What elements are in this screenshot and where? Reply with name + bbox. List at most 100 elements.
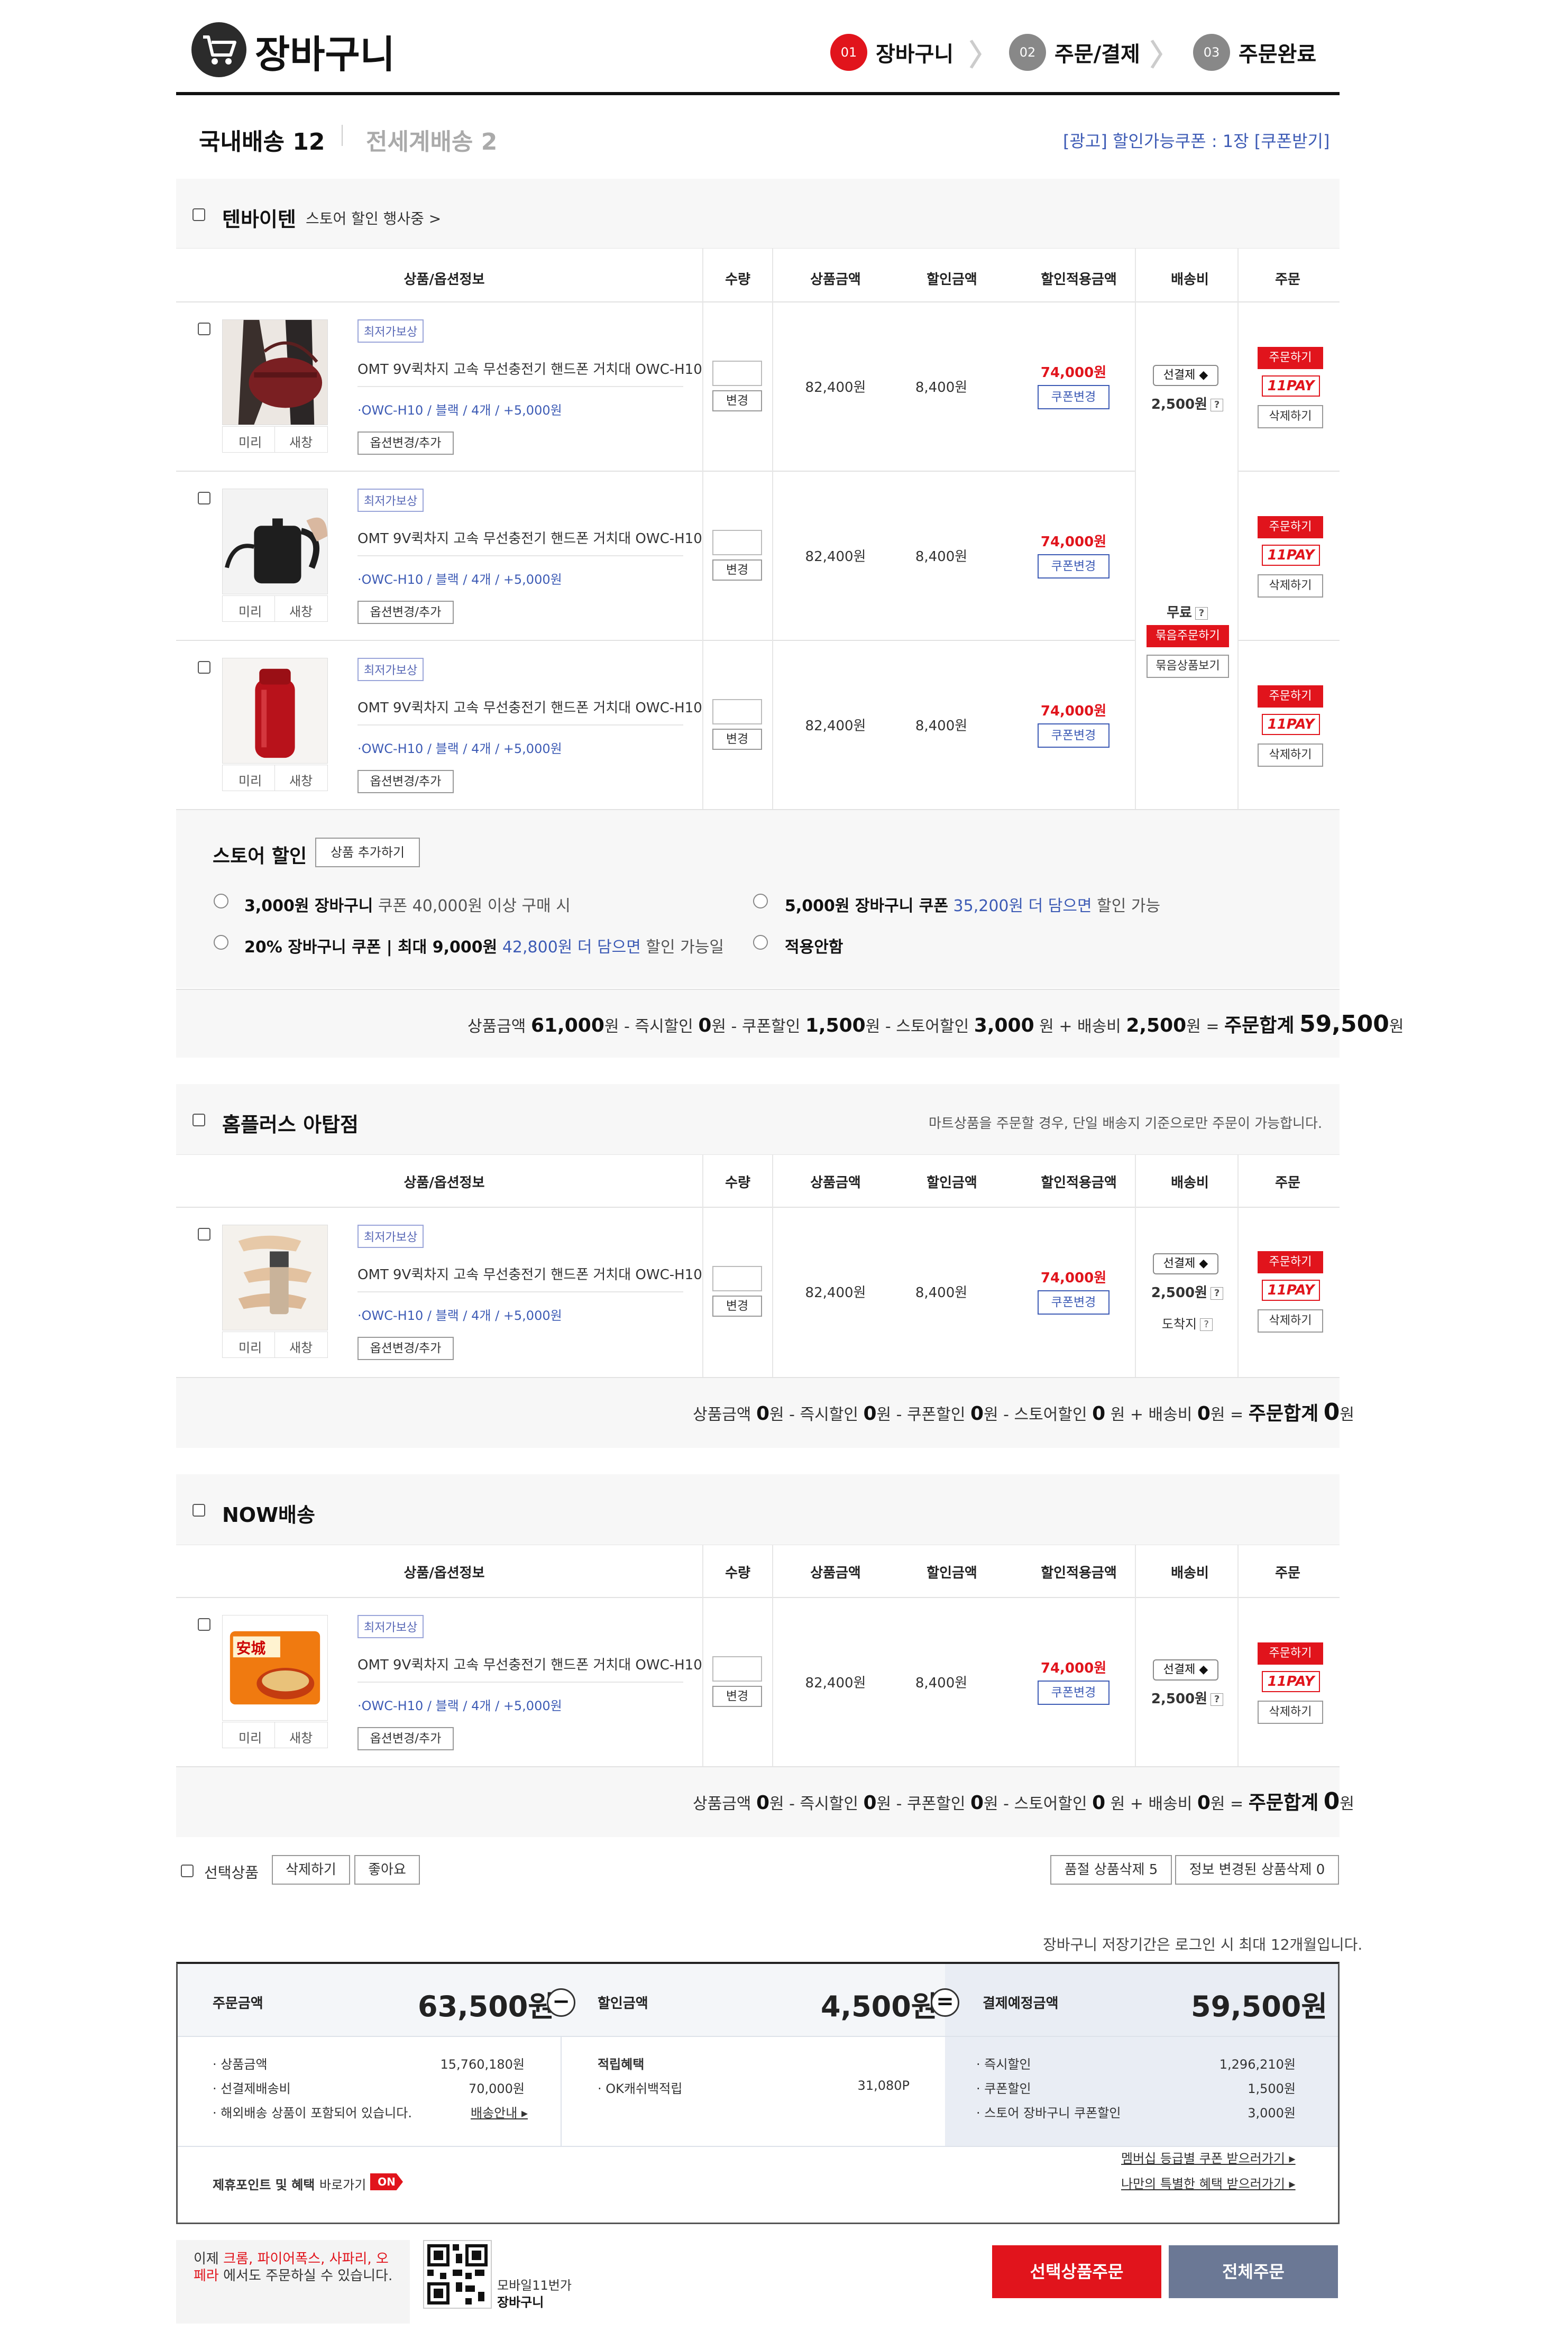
shipping-pay-select[interactable]: 선결제 ◆ — [1153, 365, 1218, 386]
shipping-guide-link[interactable]: 배송안내 ▸ — [471, 2103, 528, 2121]
order-selected-button[interactable]: 선택상품주문 — [992, 2245, 1161, 2298]
option-change-button[interactable]: 옵션변경/추가 — [357, 770, 454, 793]
option-change-button[interactable]: 옵션변경/추가 — [357, 1337, 454, 1360]
delete-button[interactable]: 삭제하기 — [1258, 743, 1323, 767]
like-button[interactable]: 좋아요 — [354, 1855, 420, 1885]
option-change-button[interactable]: 옵션변경/추가 — [357, 601, 454, 624]
coupon-change-button[interactable]: 쿠폰변경 — [1038, 1681, 1109, 1705]
radio-coupon-3000[interactable] — [214, 894, 228, 908]
ad-coupon-link[interactable]: [광고] 할인가능쿠폰 : 1장 [쿠폰받기] — [1063, 128, 1330, 152]
delete-button[interactable]: 삭제하기 — [1258, 405, 1323, 428]
coupon-change-button[interactable]: 쿠폰변경 — [1038, 385, 1109, 409]
11pay-button[interactable]: 11PAY — [1262, 545, 1320, 566]
delete-soldout-button[interactable]: 품절 상품삭제 5 — [1050, 1855, 1172, 1885]
11pay-button[interactable]: 11PAY — [1262, 1280, 1320, 1301]
preview-button[interactable]: 미리 — [239, 432, 262, 451]
tab-domestic[interactable]: 국내배송 12 — [199, 123, 325, 157]
quantity-input[interactable] — [712, 699, 762, 724]
delete-button[interactable]: 삭제하기 — [1258, 1309, 1323, 1333]
partner-link[interactable]: 바로가기 — [319, 2174, 366, 2193]
sum-label: 상품금액 — [467, 1017, 526, 1036]
delete-changed-button[interactable]: 정보 변경된 상품삭제 0 — [1175, 1855, 1339, 1885]
quantity-change-button[interactable]: 변경 — [712, 1296, 762, 1317]
store-checkbox[interactable] — [192, 208, 205, 221]
membership-coupon-link[interactable]: 멤버십 등급별 쿠폰 받으러가기 ▸ — [1121, 2148, 1296, 2166]
product-image-ramen[interactable]: 安城 — [222, 1615, 328, 1721]
quantity-change-button[interactable]: 변경 — [712, 1686, 762, 1707]
preview-button[interactable]: 미리 — [239, 1337, 262, 1356]
help-icon[interactable]: ? — [1211, 398, 1224, 411]
item-checkbox[interactable] — [198, 661, 210, 674]
bulk-delete-button[interactable]: 삭제하기 — [272, 1855, 350, 1885]
product-image-tumbler[interactable] — [222, 658, 328, 764]
newwin-button[interactable]: 새창 — [289, 432, 313, 451]
quantity-input[interactable] — [712, 1266, 762, 1291]
order-all-button[interactable]: 전체주문 — [1169, 2245, 1338, 2298]
store-checkbox[interactable] — [192, 1504, 205, 1517]
shipping-pay-select[interactable]: 선결제 ◆ — [1153, 1253, 1218, 1274]
product-image-kettle[interactable] — [222, 489, 328, 594]
quantity-input[interactable] — [712, 361, 762, 386]
order-button[interactable]: 주문하기 — [1258, 1642, 1323, 1665]
bundle-order-button[interactable]: 묶음주문하기 — [1147, 625, 1229, 647]
newwin-button[interactable]: 새창 — [289, 1337, 313, 1356]
delete-button[interactable]: 삭제하기 — [1258, 574, 1323, 598]
quantity-input[interactable] — [712, 1656, 762, 1682]
product-image-cosmetic[interactable] — [222, 1225, 328, 1330]
preview-button[interactable]: 미리 — [239, 1728, 262, 1746]
product-name[interactable]: OMT 9V퀵차지 고속 무선충전기 핸드폰 거치대 OWC-H10 — [357, 359, 702, 378]
11pay-button[interactable]: 11PAY — [1262, 714, 1320, 735]
store-name[interactable]: NOW배송 — [222, 1499, 315, 1528]
radio-no-coupon[interactable] — [753, 935, 768, 950]
step-1-label: 장바구니 — [876, 42, 954, 67]
delete-button[interactable]: 삭제하기 — [1258, 1701, 1323, 1724]
quantity-change-button[interactable]: 변경 — [712, 729, 762, 750]
help-icon[interactable]: ? — [1200, 1318, 1213, 1331]
newwin-button[interactable]: 새창 — [289, 770, 313, 789]
on-badge[interactable]: ON — [370, 2173, 403, 2190]
bundle-view-button[interactable]: 묶음상품보기 — [1147, 655, 1229, 678]
order-button[interactable]: 주문하기 — [1258, 347, 1323, 369]
final-price: 74,000원 — [1040, 534, 1107, 550]
product-name[interactable]: OMT 9V퀵차지 고속 무선충전기 핸드폰 거치대 OWC-H10 — [357, 528, 702, 547]
product-name[interactable]: OMT 9V퀵차지 고속 무선충전기 핸드폰 거치대 OWC-H10 — [357, 1264, 702, 1283]
quantity-input[interactable] — [712, 530, 762, 555]
help-icon[interactable]: ? — [1195, 607, 1208, 620]
store-checkbox[interactable] — [192, 1114, 205, 1126]
quantity-change-button[interactable]: 변경 — [712, 559, 762, 581]
order-button[interactable]: 주문하기 — [1258, 685, 1323, 708]
order-button[interactable]: 주문하기 — [1258, 516, 1323, 538]
store-promo-link[interactable]: 스토어 할인 행사중 > — [306, 207, 441, 228]
option-change-button[interactable]: 옵션변경/추가 — [357, 431, 454, 455]
option-change-button[interactable]: 옵션변경/추가 — [357, 1727, 454, 1750]
store-name[interactable]: 홈플러스 아탑점 — [222, 1108, 359, 1137]
coupon-change-button[interactable]: 쿠폰변경 — [1038, 554, 1109, 579]
coupon-change-button[interactable]: 쿠폰변경 — [1038, 723, 1109, 748]
product-name[interactable]: OMT 9V퀵차지 고속 무선충전기 핸드폰 거치대 OWC-H10 — [357, 697, 702, 717]
add-product-button[interactable]: 상품 추가하기 — [315, 838, 420, 867]
newwin-button[interactable]: 새창 — [289, 1728, 313, 1746]
radio-coupon-20pct[interactable] — [214, 935, 228, 950]
help-icon[interactable]: ? — [1211, 1287, 1224, 1300]
order-button[interactable]: 주문하기 — [1258, 1251, 1323, 1273]
help-icon[interactable]: ? — [1211, 1693, 1224, 1706]
item-checkbox[interactable] — [198, 1618, 210, 1631]
shipping-pay-select[interactable]: 선결제 ◆ — [1153, 1659, 1218, 1681]
newwin-button[interactable]: 새창 — [289, 601, 313, 620]
tab-global[interactable]: 전세계배송 2 — [366, 123, 497, 157]
select-all-checkbox[interactable] — [181, 1865, 194, 1877]
preview-button[interactable]: 미리 — [239, 770, 262, 789]
item-checkbox[interactable] — [198, 492, 210, 504]
11pay-button[interactable]: 11PAY — [1262, 1671, 1320, 1692]
special-benefit-link[interactable]: 나만의 특별한 혜택 받으러가기 ▸ — [1121, 2173, 1296, 2192]
preview-button[interactable]: 미리 — [239, 601, 262, 620]
radio-coupon-5000[interactable] — [753, 894, 768, 908]
quantity-change-button[interactable]: 변경 — [712, 390, 762, 411]
product-image-bag[interactable] — [222, 319, 328, 425]
11pay-button[interactable]: 11PAY — [1262, 375, 1320, 397]
product-name[interactable]: OMT 9V퀵차지 고속 무선충전기 핸드폰 거치대 OWC-H10 — [357, 1654, 702, 1674]
coupon-change-button[interactable]: 쿠폰변경 — [1038, 1290, 1109, 1315]
item-checkbox[interactable] — [198, 323, 210, 335]
store-name[interactable]: 텐바이텐 — [222, 203, 296, 232]
item-checkbox[interactable] — [198, 1228, 210, 1241]
